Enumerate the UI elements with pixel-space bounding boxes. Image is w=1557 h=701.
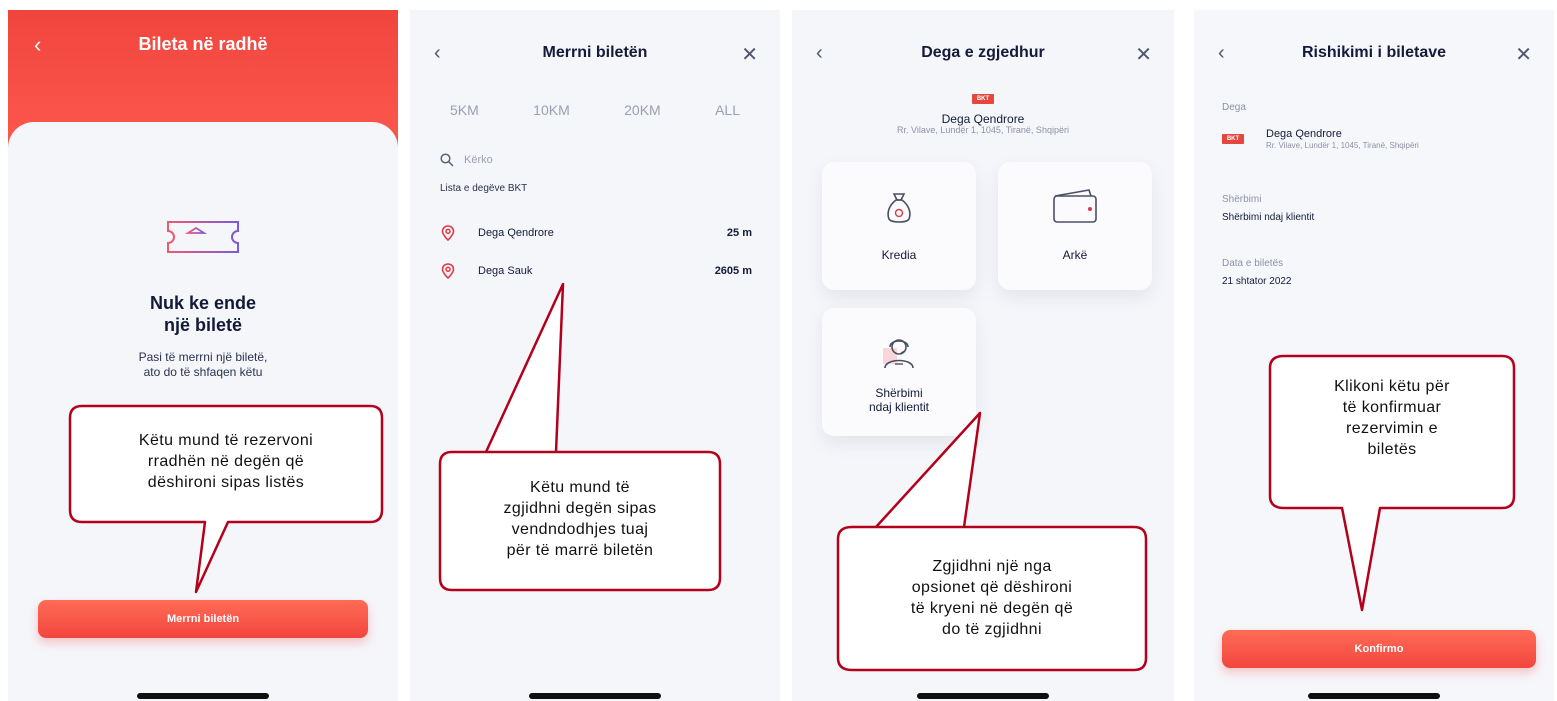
empty-title-line: një biletë <box>163 315 243 335</box>
home-indicator <box>529 693 661 699</box>
page-title: Dega e zgjedhur <box>921 44 1045 61</box>
branch-address: Rr. Vilave, Lundër 1, 1045, Tiranë, Shqi… <box>1266 141 1419 150</box>
branch-distance: 2605 m <box>714 265 752 277</box>
distance-filter-tabs: 5KM 10KM 20KM ALL <box>450 102 740 118</box>
tab-all[interactable]: ALL <box>715 102 740 118</box>
screen-get-ticket: ‹ Merrni biletën ✕ 5KM 10KM 20KM ALL Kër… <box>410 10 780 701</box>
bkt-logo: BKT <box>1222 134 1244 144</box>
close-icon[interactable]: ✕ <box>1515 42 1532 67</box>
header: ‹ Rishikimi i biletave ✕ <box>1194 42 1554 66</box>
option-label-line: Shërbimi <box>875 386 923 400</box>
callout-line: rezervimin e <box>1346 420 1438 437</box>
date-label: Data e biletës <box>1222 258 1284 269</box>
screen-tickets-in-queue: ‹ Bileta në radhë Nuk ke ende një biletë… <box>8 10 398 701</box>
customer-service-icon <box>883 339 914 369</box>
branch-distance: 25 m <box>726 227 752 239</box>
location-pin-icon <box>441 225 455 241</box>
callout-line: rradhën në degën që <box>147 453 305 470</box>
screen-ticket-review: ‹ Rishikimi i biletave ✕ Dega BKT Dega Q… <box>1194 10 1554 701</box>
callout-line: biletës <box>1367 441 1417 458</box>
option-cashier[interactable]: Arkë <box>998 162 1152 290</box>
home-indicator <box>1308 693 1440 699</box>
list-item[interactable]: Dega Sauk 2605 m <box>440 259 752 283</box>
empty-sub-line: Pasi të merrni një biletë, <box>138 350 268 364</box>
money-bag-icon <box>887 193 911 223</box>
callout-line: do të zgjidhni <box>942 621 1042 638</box>
bank-ticket-icon <box>167 221 239 253</box>
tab-5km[interactable]: 5KM <box>450 102 479 118</box>
location-pin-icon <box>441 263 455 279</box>
home-indicator <box>137 693 269 699</box>
branch-name: Dega Sauk <box>478 265 533 277</box>
callout-text-3: Zgjidhni një nga opsionet që dëshironi t… <box>840 556 1144 640</box>
empty-title-line: Nuk ke ende <box>149 293 257 313</box>
service-label: Shërbimi <box>1222 194 1262 205</box>
callout-line: dëshironi sipas listës <box>147 474 305 491</box>
callout-line: zgjidhni degën sipas <box>503 500 657 517</box>
empty-state-subtitle: Pasi të merrni një biletë, ato do të shf… <box>8 350 398 380</box>
page-title: Rishikimi i biletave <box>1301 44 1447 61</box>
option-loan[interactable]: Kredia <box>822 162 976 290</box>
callout-line: Këtu mund të rezervoni <box>138 432 314 449</box>
branch-address: Rr. Vilave, Lundër 1, 1045, Tiranë, Shqi… <box>897 125 1069 135</box>
search-placeholder: Kërko <box>464 154 493 166</box>
page-title: Bileta në radhë <box>138 34 268 54</box>
header: ‹ Merrni biletën ✕ <box>410 42 780 66</box>
tab-20km[interactable]: 20KM <box>624 102 661 118</box>
callout-line: Zgjidhni një nga <box>932 558 1052 575</box>
callout-line: vendndodhjes tuaj <box>511 521 649 538</box>
empty-sub-line: ato do të shfaqen këtu <box>143 365 263 379</box>
option-label: Shërbimi ndaj klientit <box>822 386 976 414</box>
home-indicator <box>917 693 1049 699</box>
header: ‹ Dega e zgjedhur ✕ <box>792 42 1174 66</box>
bkt-logo: BKT <box>972 94 994 104</box>
close-icon[interactable]: ✕ <box>1135 42 1152 67</box>
confirm-button[interactable]: Konfirmo <box>1222 630 1536 668</box>
branch-label: Dega <box>1222 102 1246 113</box>
branch-name: Dega Qendrore <box>941 112 1025 126</box>
callout-line: për të marrë biletën <box>506 542 654 559</box>
wallet-icon <box>1053 189 1097 223</box>
callout-line: të konfirmuar <box>1342 399 1442 416</box>
empty-state-title: Nuk ke ende një biletë <box>8 292 398 336</box>
callout-line: të kryeni në degën që <box>910 600 1074 617</box>
callout-line: Këtu mund të <box>530 479 630 496</box>
get-ticket-button[interactable]: Merrni biletën <box>38 600 368 638</box>
callout-line: Klikoni këtu për <box>1334 378 1450 395</box>
search-input[interactable]: Kërko <box>440 153 493 167</box>
list-item[interactable]: Dega Qendrore 25 m <box>440 221 752 245</box>
date-value: 21 shtator 2022 <box>1222 276 1292 287</box>
service-value: Shërbimi ndaj klientit <box>1222 212 1315 223</box>
branch-name: Dega Qendrore <box>478 227 554 239</box>
option-label: Arkë <box>1062 248 1088 262</box>
callout-text-2: Këtu mund të zgjidhni degën sipas vendnd… <box>442 477 718 561</box>
branch-name: Dega Qendrore <box>1266 128 1342 140</box>
callout-text-4: Klikoni këtu për të konfirmuar rezervimi… <box>1272 376 1512 460</box>
callout-line: opsionet që dëshironi <box>911 579 1073 596</box>
search-icon <box>440 153 454 167</box>
close-icon[interactable]: ✕ <box>741 42 758 67</box>
option-label: Kredia <box>881 248 917 262</box>
option-label-line: ndaj klientit <box>868 400 930 414</box>
tab-10km[interactable]: 10KM <box>533 102 570 118</box>
option-customer-service[interactable]: Shërbimi ndaj klientit <box>822 308 976 436</box>
page-title: Merrni biletën <box>542 44 648 61</box>
callout-text-1: Këtu mund të rezervoni rradhën në degën … <box>72 430 380 493</box>
branch-list-label: Lista e degëve BKT <box>440 183 528 194</box>
